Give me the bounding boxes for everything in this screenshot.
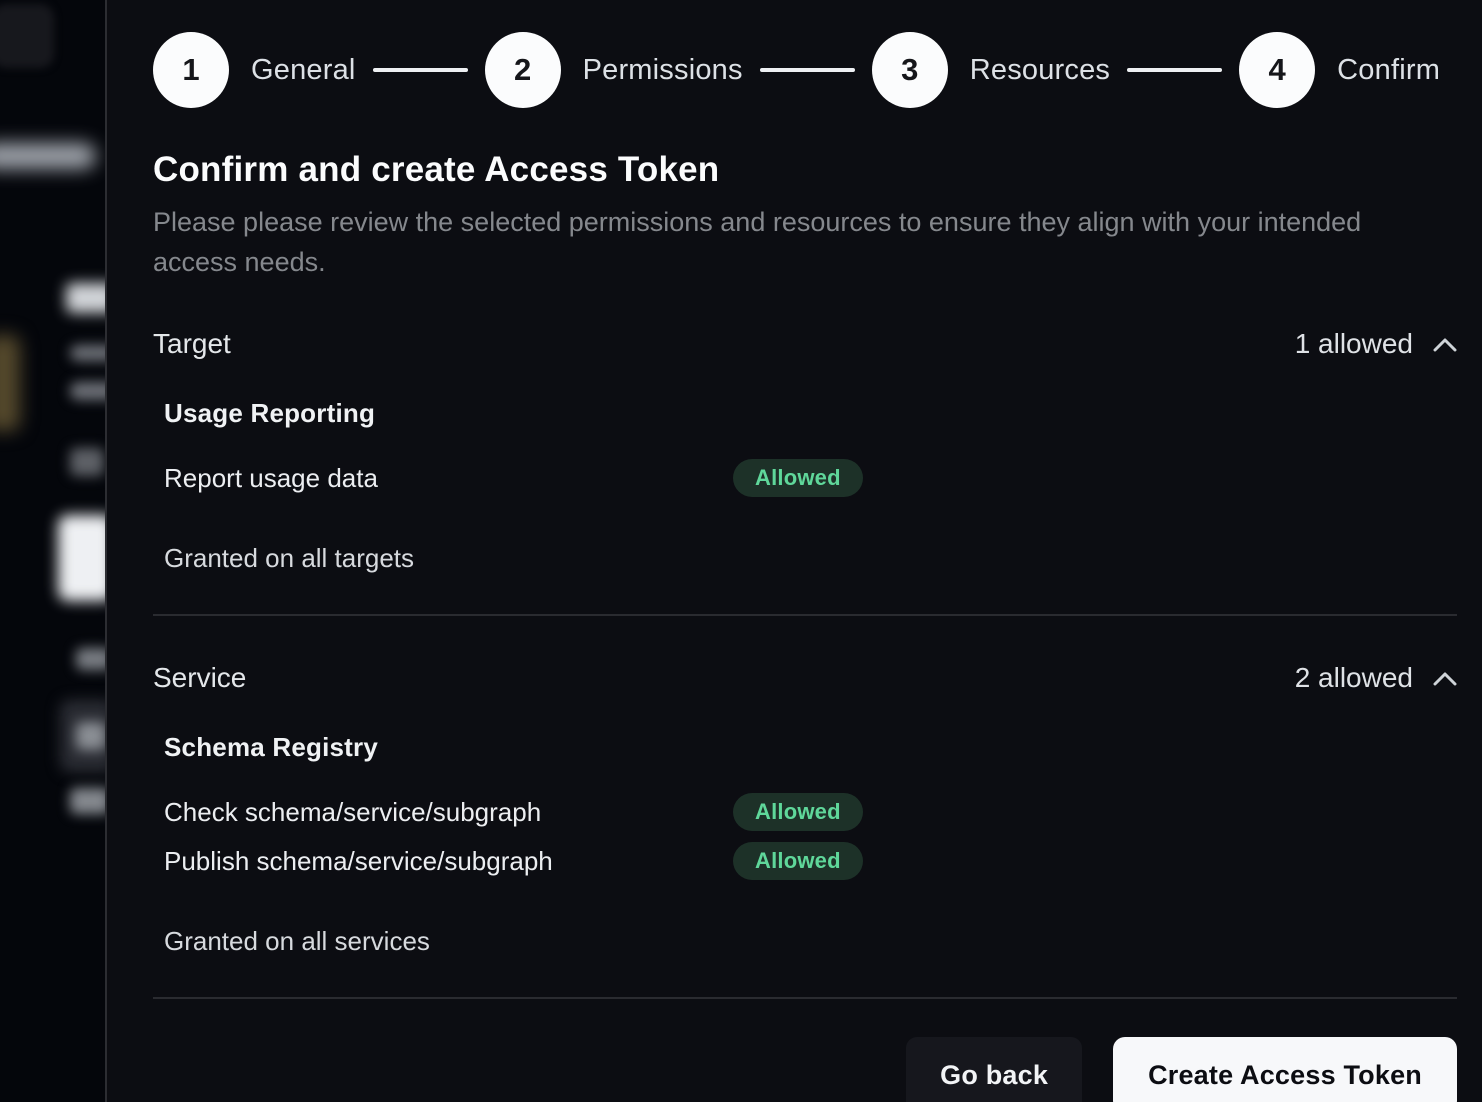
go-back-button[interactable]: Go back xyxy=(906,1037,1082,1102)
section-title: Target xyxy=(153,328,231,360)
section-target: Target 1 allowed Usage Reporting Report … xyxy=(153,328,1457,574)
blurred-text-line xyxy=(70,382,107,400)
permission-label: Report usage data xyxy=(164,463,733,494)
blurred-icon xyxy=(70,448,104,476)
footer-divider xyxy=(153,997,1457,999)
step-permissions[interactable]: 2 Permissions xyxy=(485,32,743,108)
chevron-up-icon xyxy=(1433,337,1457,352)
blurred-heading-text xyxy=(66,283,107,313)
modal-footer: Go back Create Access Token xyxy=(153,1037,1457,1102)
allowed-count: 2 allowed xyxy=(1295,662,1413,694)
wizard-stepper: 1 General 2 Permissions 3 Resources 4 Co… xyxy=(153,32,1457,108)
blurred-text-line xyxy=(70,788,107,814)
blurred-accent-blob xyxy=(0,335,20,431)
blurred-app-background xyxy=(0,0,107,1102)
permission-list: Report usage data Allowed xyxy=(164,459,1457,497)
section-title: Service xyxy=(153,662,246,694)
group-name: Schema Registry xyxy=(164,732,1457,763)
step-resources[interactable]: 3 Resources xyxy=(872,32,1110,108)
step-label: Resources xyxy=(970,54,1110,87)
step-label: Permissions xyxy=(583,54,743,87)
blurred-text-line xyxy=(76,722,106,750)
section-service: Service 2 allowed Schema Registry Check … xyxy=(153,662,1457,957)
step-label: Confirm xyxy=(1337,54,1440,87)
step-label: General xyxy=(251,54,356,87)
section-service-header: Service 2 allowed xyxy=(153,662,1457,694)
section-collapse-toggle[interactable]: 2 allowed xyxy=(1295,662,1457,694)
permission-list: Check schema/service/subgraph Allowed Pu… xyxy=(164,793,1457,880)
permission-row: Report usage data Allowed xyxy=(164,459,1457,497)
step-connector-line xyxy=(1127,68,1222,72)
step-general[interactable]: 1 General xyxy=(153,32,356,108)
page: 1 General 2 Permissions 3 Resources 4 Co… xyxy=(0,0,1482,1102)
allowed-badge: Allowed xyxy=(733,842,863,880)
blurred-nav-text xyxy=(0,143,96,169)
allowed-badge: Allowed xyxy=(733,459,863,497)
step-number-circle: 3 xyxy=(872,32,948,108)
step-number-circle: 1 xyxy=(153,32,229,108)
allowed-count: 1 allowed xyxy=(1295,328,1413,360)
permission-row: Check schema/service/subgraph Allowed xyxy=(164,793,1457,831)
blurred-logo xyxy=(0,4,54,68)
allowed-badge: Allowed xyxy=(733,793,863,831)
section-target-header: Target 1 allowed xyxy=(153,328,1457,360)
permission-label: Publish schema/service/subgraph xyxy=(164,846,733,877)
granted-note: Granted on all targets xyxy=(153,543,1457,574)
step-connector-line xyxy=(373,68,468,72)
section-collapse-toggle[interactable]: 1 allowed xyxy=(1295,328,1457,360)
blurred-text-line xyxy=(76,648,107,670)
step-confirm[interactable]: 4 Confirm xyxy=(1239,32,1440,108)
step-number-circle: 4 xyxy=(1239,32,1315,108)
permission-group-schema-registry: Schema Registry Check schema/service/sub… xyxy=(153,732,1457,880)
create-access-token-modal: 1 General 2 Permissions 3 Resources 4 Co… xyxy=(105,0,1482,1102)
chevron-up-icon xyxy=(1433,671,1457,686)
group-name: Usage Reporting xyxy=(164,398,1457,429)
permission-group-usage-reporting: Usage Reporting Report usage data Allowe… xyxy=(153,398,1457,497)
granted-note: Granted on all services xyxy=(153,926,1457,957)
step-connector-line xyxy=(760,68,855,72)
page-description: Please please review the selected permis… xyxy=(153,202,1393,282)
blurred-card xyxy=(58,515,107,601)
permission-label: Check schema/service/subgraph xyxy=(164,797,733,828)
page-title: Confirm and create Access Token xyxy=(153,150,1457,190)
blurred-text-line xyxy=(70,345,107,361)
section-divider xyxy=(153,614,1457,616)
permission-row: Publish schema/service/subgraph Allowed xyxy=(164,842,1457,880)
step-number-circle: 2 xyxy=(485,32,561,108)
create-access-token-button[interactable]: Create Access Token xyxy=(1113,1037,1457,1102)
